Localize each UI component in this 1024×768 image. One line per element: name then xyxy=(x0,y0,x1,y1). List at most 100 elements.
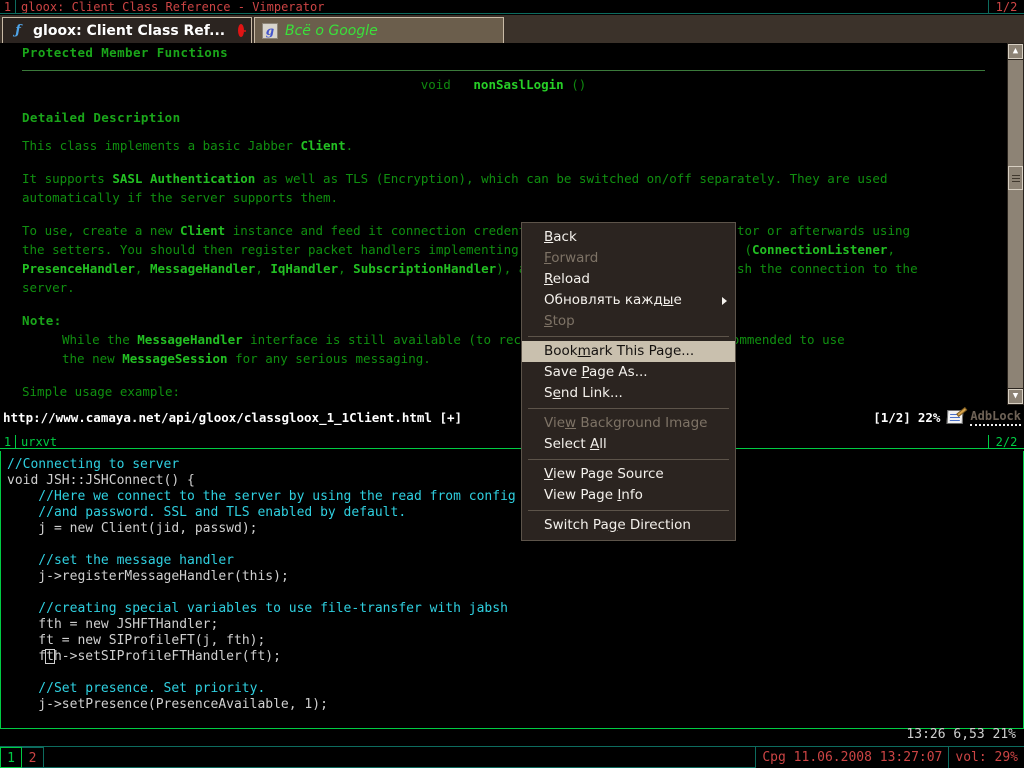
rule-divider xyxy=(22,70,985,71)
browser-workspace-number: 1 xyxy=(0,0,16,14)
text: automatically if the server supports the… xyxy=(22,190,339,205)
terminal-window: 1 urxvt 2/2 //Connecting to server void J… xyxy=(0,435,1024,746)
menu-item-view-page-source[interactable]: View Page Source xyxy=(522,464,735,485)
page-scrollbar[interactable]: ▲ ▼ xyxy=(1007,43,1024,405)
menu-item-view-background-image: View Background Image xyxy=(544,415,708,431)
browser-titlebar: 1 gloox: Client Class Reference - Vimper… xyxy=(0,0,1024,14)
menu-item-save-page-as[interactable]: Save Page As... xyxy=(522,362,735,383)
text: . xyxy=(345,138,354,153)
paragraph-3: To use, create a new Client instance and… xyxy=(22,221,985,297)
page-viewport[interactable]: Protected Member Functions void nonSaslL… xyxy=(0,43,1024,405)
tab-close-icon[interactable] xyxy=(228,23,246,39)
browser-window: 1 gloox: Client Class Reference - Vimper… xyxy=(0,0,1024,429)
firefox-icon: ƒ xyxy=(15,23,21,38)
link-subscriptionhandler[interactable]: SubscriptionHandler xyxy=(353,261,496,276)
method-return-type: void xyxy=(420,77,451,92)
tab-gloox[interactable]: ƒ gloox: Client Class Ref... xyxy=(2,17,252,43)
paragraph-1: This class implements a basic Jabber Cli… xyxy=(22,136,985,155)
text: , xyxy=(255,261,271,276)
menu-item-view-page-info[interactable]: View Page Info xyxy=(522,485,735,506)
menu-item-forward: Forward xyxy=(544,250,599,266)
tab-label: Всё о Google xyxy=(285,22,378,39)
terminal-line: //Set presence. Set priority. xyxy=(7,681,266,696)
link-presencehandler[interactable]: PresenceHandler xyxy=(22,261,135,276)
terminal-line: fth->setSIProfileFTHandler(ft); xyxy=(7,649,281,664)
text: To use, create a new xyxy=(22,223,181,238)
link-messagehandler[interactable]: MessageHandler xyxy=(150,261,255,276)
terminal-line: void JSH::JSHConnect() { xyxy=(7,473,195,488)
menu-item-switch-page-direction[interactable]: Switch Page Direction xyxy=(522,515,735,536)
scrollbar-thumb[interactable] xyxy=(1008,166,1023,190)
menu-separator xyxy=(528,510,729,511)
tab-label: gloox: Client Class Ref... xyxy=(33,22,226,39)
context-menu[interactable]: Back Forward Reload Обновлять каждые Sto… xyxy=(521,222,736,541)
method-signature: void nonSaslLogin () xyxy=(22,75,985,94)
taskbar-workspace-1[interactable]: 1 xyxy=(0,747,22,768)
browser-window-title: gloox: Client Class Reference - Vimperat… xyxy=(21,0,325,13)
terminal-window-title: urxvt xyxy=(21,435,58,448)
menu-item-reload-every[interactable]: Обновлять каждые xyxy=(522,290,735,311)
vimperator-status-line: http://www.camaya.net/api/gloox/classglo… xyxy=(0,405,1024,429)
menu-item-back[interactable]: Back xyxy=(522,227,735,248)
terminal-workspace-number: 1 xyxy=(0,435,16,449)
scroll-down-icon[interactable]: ▼ xyxy=(1008,389,1023,404)
chevron-right-icon xyxy=(722,296,727,305)
terminal-line: j->setPresence(PresenceAvailable, 1); xyxy=(7,697,328,712)
menu-separator xyxy=(528,408,729,409)
method-name[interactable]: nonSaslLogin xyxy=(473,77,563,92)
note-label: Note: xyxy=(22,313,62,328)
tab-google[interactable]: g Всё о Google xyxy=(254,17,504,43)
notepad-pencil-icon[interactable] xyxy=(947,410,964,424)
menu-item-reload[interactable]: Reload xyxy=(522,269,735,290)
menu-item-bookmark-this-page[interactable]: Bookmark This Page... xyxy=(522,341,735,362)
text: , xyxy=(887,242,895,257)
text: While the xyxy=(62,332,138,347)
status-zoom-level: 22% xyxy=(917,409,941,425)
terminal-line: //and password. SSL and TLS enabled by d… xyxy=(7,505,407,520)
scrollbar-track[interactable] xyxy=(1008,60,1023,388)
menu-item-send-link[interactable]: Send Link... xyxy=(522,383,735,404)
link-iqhandler[interactable]: IqHandler xyxy=(270,261,338,276)
status-url: http://www.camaya.net/api/gloox/classglo… xyxy=(3,409,463,425)
link-connectionlistener[interactable]: ConnectionListener xyxy=(752,242,887,257)
text: server. xyxy=(22,280,75,295)
terminal-line: //creating special variables to use file… xyxy=(7,601,508,616)
taskbar-datetime: Cpg 11.06.2008 13:27:07 xyxy=(755,747,948,768)
desktop-screen: 1 gloox: Client Class Reference - Vimper… xyxy=(0,0,1024,768)
paragraph-2: It supports SASL Authentication as well … xyxy=(22,169,985,207)
link-client[interactable]: Client xyxy=(300,138,345,153)
text: , xyxy=(338,261,354,276)
method-args: () xyxy=(571,77,587,92)
menu-item-stop: Stop xyxy=(544,313,575,329)
terminal-line: j->registerMessageHandler(this); xyxy=(7,569,289,584)
terminal-line: ft = new SIProfileFT(j, fth); xyxy=(7,633,266,648)
terminal-line: fth = new JSHFTHandler; xyxy=(7,617,219,632)
link-sasl[interactable]: SASL Authentication xyxy=(112,171,255,186)
text: This class implements a basic Jabber xyxy=(22,138,301,153)
text: It supports xyxy=(22,171,113,186)
link-client[interactable]: Client xyxy=(180,223,225,238)
taskbar-spacer xyxy=(44,747,756,768)
adblock-status[interactable]: AdbLock xyxy=(970,409,1021,426)
terminal-clock: 13:26 6,53 21% xyxy=(906,727,1016,742)
menu-item-select-all[interactable]: Select All xyxy=(522,434,735,455)
terminal-pager: 2/2 xyxy=(988,435,1024,449)
terminal-line: //set the message handler xyxy=(7,553,234,568)
link-messagehandler[interactable]: MessageHandler xyxy=(137,332,242,347)
terminal-body[interactable]: //Connecting to server void JSH::JSHConne… xyxy=(0,451,1024,729)
tab-bar: ƒ gloox: Client Class Ref... g Всё о Goo… xyxy=(0,15,1024,43)
usage-example-label: Simple usage example: xyxy=(22,384,181,399)
terminal-titlebar: 1 urxvt 2/2 xyxy=(0,435,1024,449)
status-page-count: [1/2] xyxy=(873,409,911,425)
browser-pager: 1/2 xyxy=(988,0,1024,14)
menu-separator xyxy=(528,459,729,460)
taskbar-workspace-2[interactable]: 2 xyxy=(22,747,44,768)
taskbar-volume: vol: 29% xyxy=(948,747,1024,768)
text: for any serious messaging. xyxy=(227,351,431,366)
terminal-line: j = new Client(jid, passwd); xyxy=(7,521,258,536)
scroll-up-icon[interactable]: ▲ xyxy=(1008,44,1023,59)
link-messagesession[interactable]: MessageSession xyxy=(122,351,227,366)
menu-separator xyxy=(528,336,729,337)
